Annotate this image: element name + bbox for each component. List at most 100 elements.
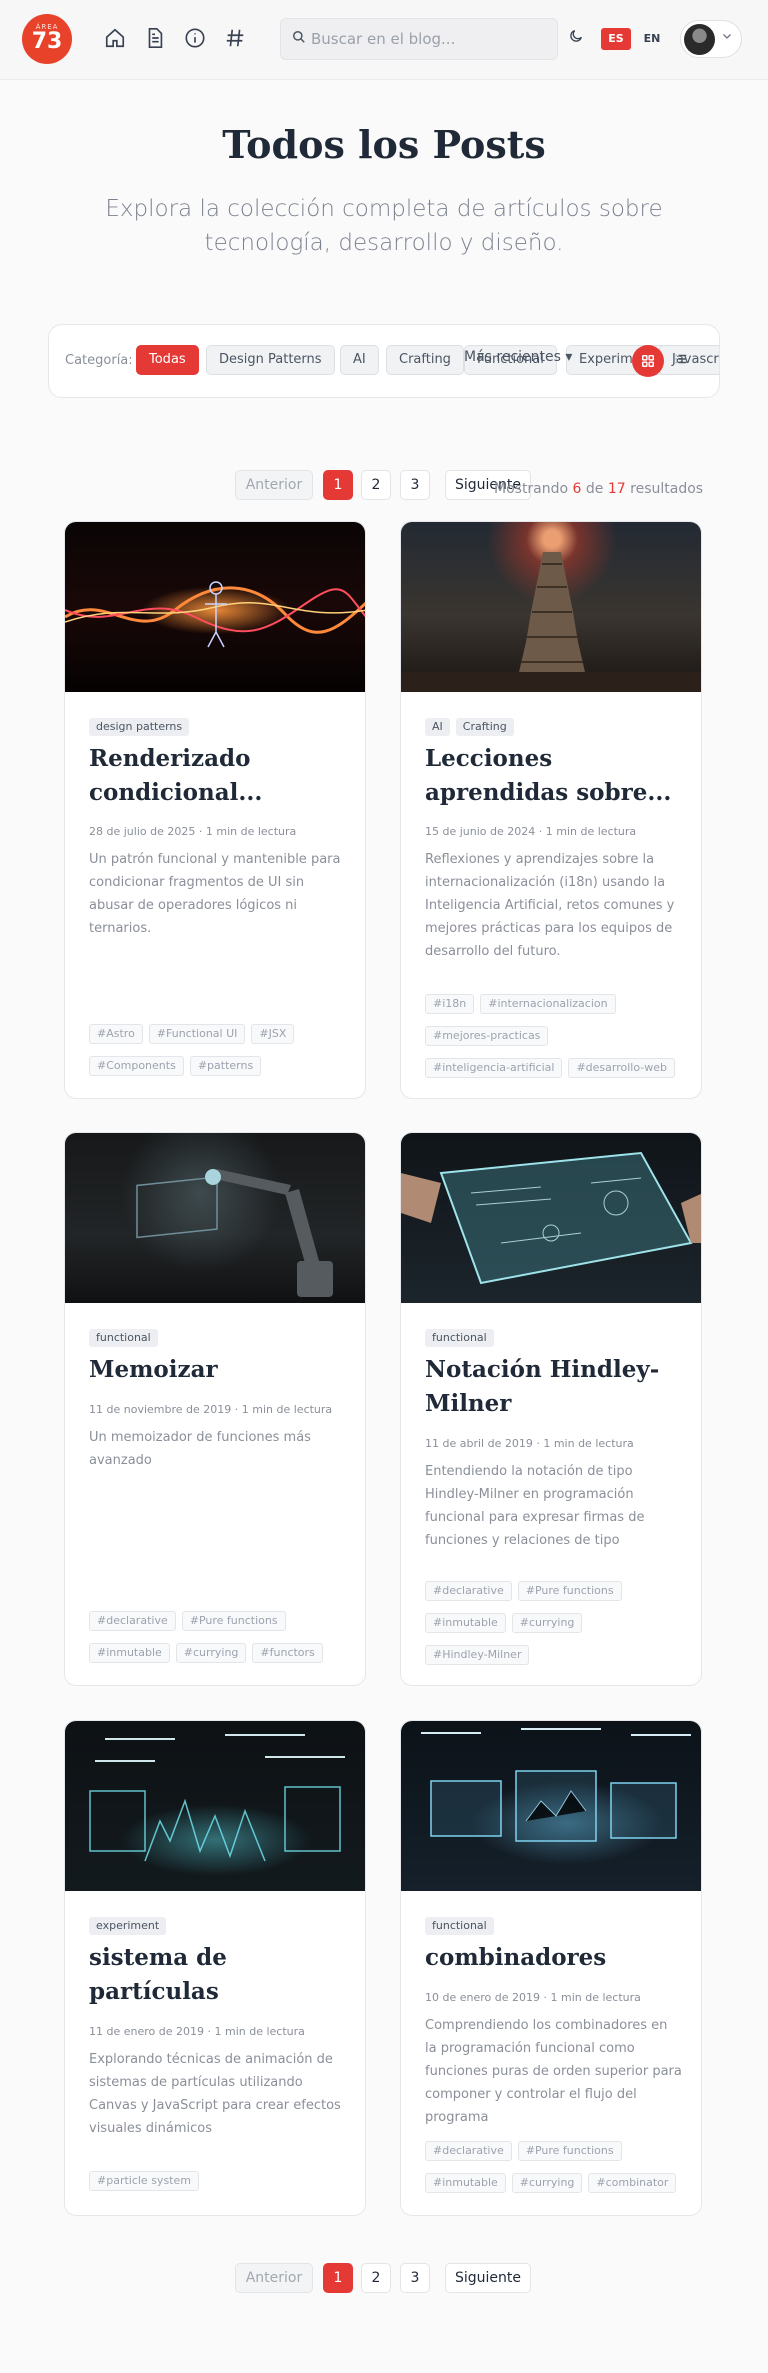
hashtag[interactable]: #inmutable: [89, 1643, 170, 1663]
hashtag[interactable]: #declarative: [89, 1611, 176, 1631]
post-card[interactable]: functional combinadores 10 de enero de 2…: [400, 1720, 702, 2216]
post-title[interactable]: Memoizar: [89, 1353, 349, 1387]
post-description: Reflexiones y aprendizajes sobre la inte…: [425, 852, 675, 959]
post-card[interactable]: functional Memoizar 11 de noviembre de 2…: [64, 1132, 366, 1686]
category-tag[interactable]: experiment: [89, 1917, 167, 1935]
post-image: [65, 1133, 365, 1303]
sort-label: Más recientes: [464, 349, 561, 365]
post-meta: 11 de enero de 2019 · 1 min de lectura: [89, 2025, 305, 2038]
hashtag[interactable]: #declarative: [425, 1581, 512, 1601]
hashtag[interactable]: #desarrollo-web: [568, 1058, 675, 1078]
hashtag[interactable]: #Pure functions: [517, 1581, 622, 1601]
page-1-button[interactable]: 1: [323, 470, 353, 500]
hashtag[interactable]: #i18n: [425, 994, 475, 1014]
hashtag[interactable]: #inmutable: [425, 1613, 506, 1633]
category-tag[interactable]: functional: [89, 1329, 158, 1347]
post-description: Un memoizador de funciones más avanzado: [89, 1430, 311, 1468]
search-input[interactable]: [311, 27, 551, 51]
category-tag[interactable]: functional: [425, 1329, 494, 1347]
hashtag[interactable]: #inteligencia-artificial: [425, 1058, 563, 1078]
hashtag[interactable]: #Components: [89, 1056, 184, 1076]
hashtag[interactable]: #Functional UI: [148, 1024, 246, 1044]
category-tag[interactable]: Crafting: [455, 718, 514, 736]
page-2-button[interactable]: 2: [361, 470, 391, 500]
post-categories: functional: [89, 1326, 164, 1347]
prev-button[interactable]: Anterior: [235, 2263, 313, 2293]
hashtag[interactable]: #functors: [252, 1643, 323, 1663]
next-button[interactable]: Siguiente: [445, 2263, 531, 2293]
prev-button[interactable]: Anterior: [235, 470, 313, 500]
post-card[interactable]: design patterns Renderizado condicional.…: [64, 521, 366, 1099]
post-image: [401, 1133, 701, 1303]
post-card[interactable]: experiment sistema de partículas 11 de e…: [64, 1720, 366, 2216]
category-label: Categoría:: [65, 353, 133, 368]
category-tag[interactable]: design patterns: [89, 718, 190, 736]
hashtag[interactable]: #inmutable: [425, 2173, 506, 2193]
post-description: Explorando técnicas de animación de sist…: [89, 2052, 341, 2136]
chevron-down-icon: [721, 30, 733, 45]
post-categories: AI Crafting: [425, 715, 520, 736]
page-1-button[interactable]: 1: [323, 2263, 353, 2293]
category-chip-crafting[interactable]: Crafting: [386, 345, 464, 375]
post-image: [65, 522, 365, 692]
page-3-button[interactable]: 3: [400, 470, 430, 500]
hashtag[interactable]: #Hindley-Milner: [425, 1645, 530, 1665]
hashtag[interactable]: #particle system: [89, 2171, 199, 2191]
post-hashtags: #declarative #Pure functions #inmutable #cu…: [425, 1579, 685, 1675]
chevron-down-icon: ▾: [565, 349, 573, 365]
post-hashtags: #Astro #Functional UI #JSX #Components #patt…: [89, 1022, 349, 1086]
post-title[interactable]: sistema de partículas: [89, 1941, 349, 2009]
post-title[interactable]: Renderizado condicional...: [89, 742, 349, 810]
page-subtitle: Explora la colección completa de artícul…: [105, 196, 663, 256]
page-title: Todos los Posts: [222, 122, 546, 167]
hashtag[interactable]: #JSX: [251, 1024, 295, 1044]
post-description: Comprendiendo los combinadores en la pro…: [425, 2018, 682, 2125]
list-icon[interactable]: [669, 349, 693, 373]
post-description: Entendiendo la notación de tipo Hindley-…: [425, 1464, 645, 1548]
post-hashtags: #particle system: [89, 2169, 349, 2201]
hashtag[interactable]: #Pure functions: [181, 1611, 286, 1631]
hashtag[interactable]: #Pure functions: [517, 2141, 622, 2161]
post-image: [65, 1721, 365, 1891]
post-card[interactable]: AI Crafting Lecciones aprendidas sobre...…: [400, 521, 702, 1099]
hashtag[interactable]: #currying: [175, 1643, 247, 1663]
category-chip-todas[interactable]: Todas: [136, 345, 199, 375]
grid-icon[interactable]: [632, 345, 664, 377]
post-hashtags: #i18n #internacionalizacion #mejores-pract…: [425, 992, 685, 1088]
hash-icon[interactable]: [223, 27, 247, 51]
home-icon[interactable]: [103, 27, 127, 51]
post-description: Un patrón funcional y mantenible para co…: [89, 852, 341, 936]
avatar: [684, 24, 715, 55]
site-logo[interactable]: ÁREA 73: [22, 14, 72, 64]
hashtag[interactable]: #patterns: [189, 1056, 262, 1076]
hashtag[interactable]: #Astro: [89, 1024, 143, 1044]
page-2-button[interactable]: 2: [361, 2263, 391, 2293]
document-icon[interactable]: [143, 27, 167, 51]
category-chip-design-patterns[interactable]: Design Patterns: [206, 345, 335, 375]
hashtag[interactable]: #combinator: [588, 2173, 677, 2193]
info-icon[interactable]: [183, 27, 207, 51]
hashtag[interactable]: #internacionalizacion: [480, 994, 616, 1014]
hashtag[interactable]: #mejores-practicas: [425, 1026, 549, 1046]
lang-en-button[interactable]: EN: [638, 28, 666, 50]
hashtag[interactable]: #declarative: [425, 2141, 512, 2161]
post-categories: functional: [425, 1914, 500, 1935]
sort-select[interactable]: Más recientes ▾: [464, 349, 572, 365]
lang-es-button[interactable]: ES: [601, 28, 631, 50]
category-tag[interactable]: AI: [425, 718, 450, 736]
category-chip-ai[interactable]: AI: [340, 345, 379, 375]
logo-number: 73: [31, 29, 63, 54]
category-tag[interactable]: functional: [425, 1917, 494, 1935]
post-title[interactable]: Lecciones aprendidas sobre...: [425, 742, 685, 810]
post-meta: 10 de enero de 2019 · 1 min de lectura: [425, 1991, 641, 2004]
post-meta: 28 de julio de 2025 · 1 min de lectura: [89, 825, 297, 838]
hashtag[interactable]: #currying: [511, 1613, 583, 1633]
post-title[interactable]: Notación Hindley-Milner: [425, 1353, 685, 1421]
user-menu[interactable]: [680, 20, 742, 58]
post-card[interactable]: functional Notación Hindley-Milner 11 de…: [400, 1132, 702, 1686]
hashtag[interactable]: #currying: [511, 2173, 583, 2193]
page-3-button[interactable]: 3: [400, 2263, 430, 2293]
search-box[interactable]: [280, 18, 558, 60]
post-title[interactable]: combinadores: [425, 1941, 685, 1975]
moon-icon[interactable]: [564, 27, 588, 51]
